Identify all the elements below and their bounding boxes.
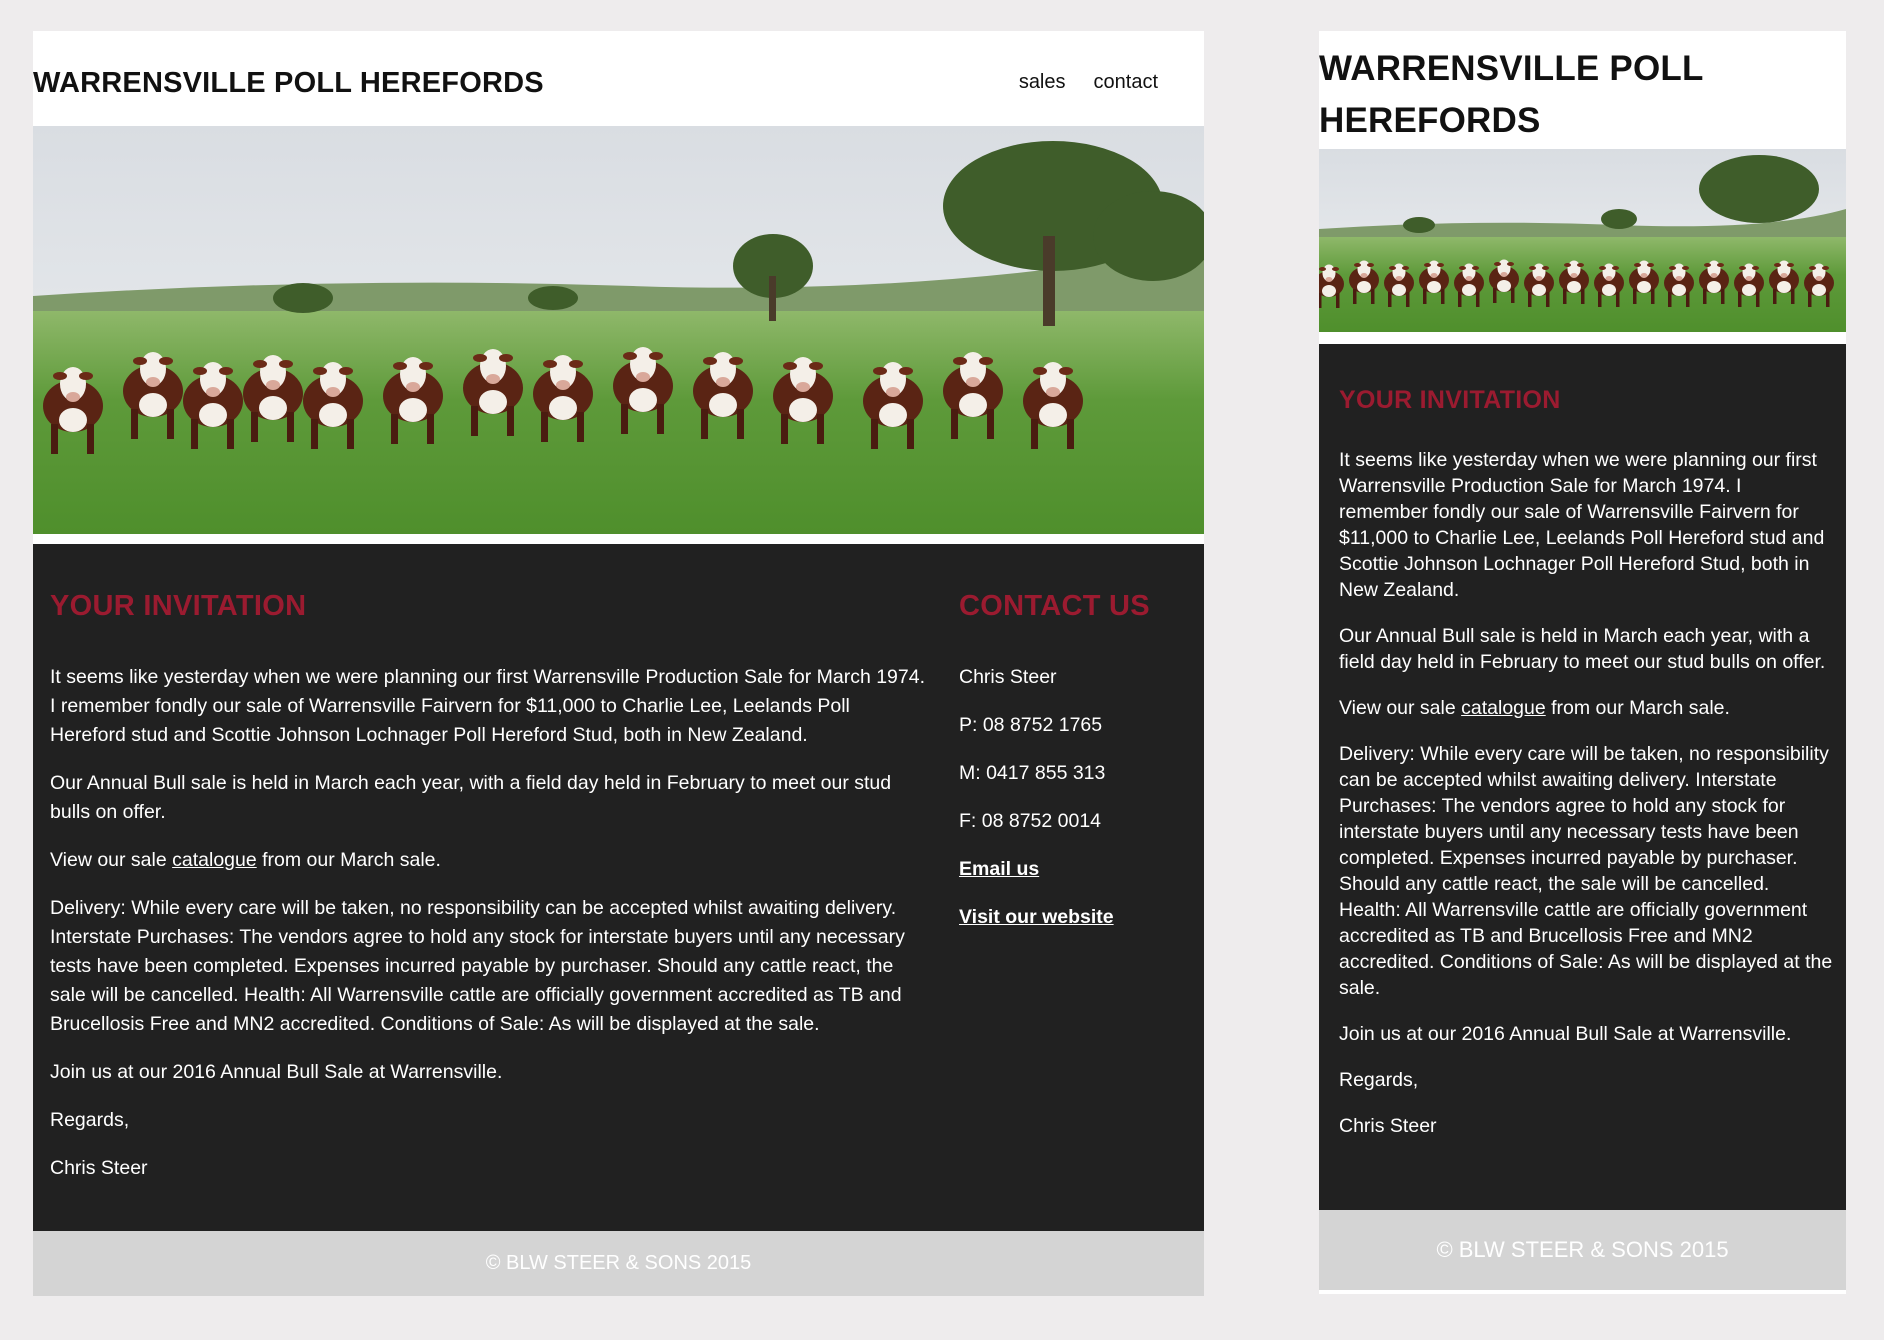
site-footer: © BLW STEER & SONS 2015 — [33, 1231, 1204, 1296]
regards-text: Regards, — [50, 1109, 130, 1131]
hero-image — [1319, 149, 1846, 332]
contact-heading: CONTACT US — [959, 590, 1150, 622]
contact-mobile: M: 0417 855 313 — [959, 762, 1106, 784]
contact-column: CONTACT US Chris Steer P: 08 8752 1765 M… — [959, 590, 1189, 951]
invitation-paragraph: Join us at our 2016 Annual Bull Sale at … — [1339, 1023, 1792, 1045]
invitation-section: YOUR INVITATION It seems like yesterday … — [1319, 344, 1846, 1210]
terms-paragraph: Delivery: While every care will be taken… — [50, 897, 905, 1035]
site-title[interactable]: WARRENSVILLE POLL HEREFORDS — [33, 67, 544, 100]
catalogue-paragraph: View our sale catalogue from our March s… — [50, 849, 441, 871]
invitation-heading: YOUR INVITATION — [50, 590, 307, 622]
catalogue-link[interactable]: catalogue — [172, 849, 257, 871]
invitation-column: YOUR INVITATION It seems like yesterday … — [1339, 386, 1834, 1159]
invitation-paragraph: Join us at our 2016 Annual Bull Sale at … — [50, 1061, 503, 1083]
contact-fax: F: 08 8752 0014 — [959, 810, 1102, 832]
email-link[interactable]: Email us — [959, 858, 1039, 880]
contact-phone: P: 08 8752 1765 — [959, 714, 1103, 736]
invitation-paragraph: Our Annual Bull sale is held in March ea… — [1339, 625, 1826, 673]
invitation-paragraph: It seems like yesterday when we were pla… — [50, 666, 926, 746]
signature-name: Chris Steer — [50, 1157, 148, 1179]
invitation-paragraph: It seems like yesterday when we were pla… — [1339, 449, 1825, 601]
site-header: WARRENSVILLE POLL HEREFORDS — [1319, 31, 1846, 149]
main-nav: sales contact — [1019, 71, 1158, 94]
mobile-layout: WARRENSVILLE POLL HEREFORDS YOUR INVITAT… — [1319, 31, 1846, 1294]
nav-item-sales[interactable]: sales — [1019, 71, 1066, 94]
site-header: WARRENSVILLE POLL HEREFORDS sales contac… — [33, 31, 1204, 126]
desktop-layout: WARRENSVILLE POLL HEREFORDS sales contac… — [33, 31, 1204, 1296]
signature-name: Chris Steer — [1339, 1115, 1437, 1137]
invitation-paragraph: Our Annual Bull sale is held in March ea… — [50, 772, 892, 823]
nav-item-contact[interactable]: contact — [1094, 71, 1158, 94]
site-footer: © BLW STEER & SONS 2015 — [1319, 1210, 1846, 1290]
regards-text: Regards, — [1339, 1069, 1419, 1091]
invitation-section: YOUR INVITATION It seems like yesterday … — [33, 544, 1204, 1231]
invitation-heading: YOUR INVITATION — [1339, 386, 1561, 414]
hero-image — [33, 126, 1204, 534]
site-title[interactable]: WARRENSVILLE POLL HEREFORDS — [1319, 43, 1739, 147]
catalogue-link[interactable]: catalogue — [1461, 697, 1546, 719]
website-link[interactable]: Visit our website — [959, 906, 1114, 928]
invitation-column: YOUR INVITATION It seems like yesterday … — [50, 590, 930, 1202]
catalogue-paragraph: View our sale catalogue from our March s… — [1339, 697, 1730, 719]
terms-paragraph: Delivery: While every care will be taken… — [1339, 743, 1833, 999]
contact-name: Chris Steer — [959, 666, 1057, 688]
